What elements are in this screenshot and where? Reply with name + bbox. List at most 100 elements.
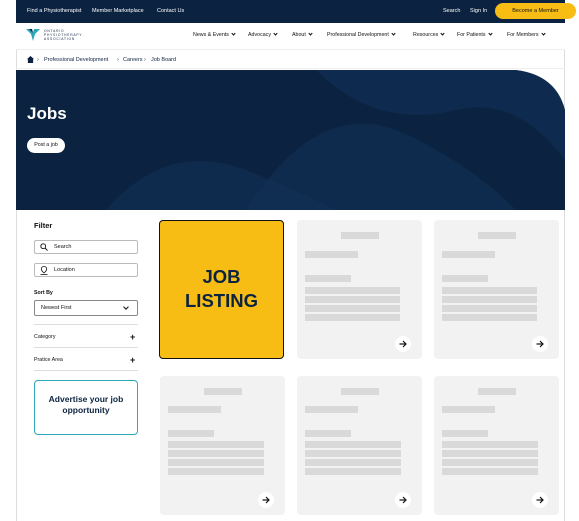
breadcrumb-job-board: Job Board [151,57,177,63]
page: Find a Physiotherapist Member Marketplac… [0,0,579,521]
skeleton-line [305,450,401,457]
arrow-right-icon [399,340,407,348]
divider [34,324,138,325]
nav-professional-development[interactable]: Professional Development [327,31,396,38]
advertise-job-box[interactable]: Advertise your job opportunity [34,380,138,435]
skeleton-line [168,468,264,475]
plus-icon[interactable]: + [130,333,135,342]
find-physiotherapist-link[interactable]: Find a Physiotherapist [27,8,81,14]
job-card[interactable] [434,376,559,515]
hero-banner: Jobs Post a job [16,70,565,210]
chevron-down-icon [440,31,445,36]
filter-heading: Filter [34,221,53,230]
location-icon [40,266,48,275]
nav-label: For Patients [457,32,486,38]
practice-area-filter-label[interactable]: Pratice Area [34,357,63,363]
arrow-right-icon [262,496,270,504]
category-filter-label[interactable]: Category [34,334,56,340]
breadcrumb-separator: › [37,57,39,63]
nav-advocacy[interactable]: Advocacy [248,31,278,38]
sign-in-link[interactable]: Sign In [470,8,487,14]
nav-resources[interactable]: Resources [413,31,445,38]
skeleton-line [305,296,400,303]
sort-select[interactable]: Newest First [34,300,138,316]
skeleton-line [478,388,516,395]
open-listing-button[interactable] [395,492,411,508]
skeleton-line [305,287,400,294]
skeleton-line [305,275,351,282]
skeleton-line [341,388,379,395]
skeleton-line [305,314,400,321]
skeleton-line [168,406,221,413]
page-title: Jobs [27,104,67,123]
breadcrumb-professional-development[interactable]: Professional Development [44,57,108,63]
skeleton-line [168,441,264,448]
arrow-right-icon [399,496,407,504]
logo-wordmark[interactable]: ONTARIO PHYSIOTHERAPY ASSOCIATION [44,29,82,41]
skeleton-line [204,388,242,395]
contact-us-link[interactable]: Contact Us [157,8,184,14]
skeleton-line [305,406,358,413]
post-job-button[interactable]: Post a job [27,138,65,153]
nav-label: About [292,32,306,38]
skeleton-line [305,430,351,437]
job-card[interactable] [297,376,422,515]
logo-icon[interactable] [26,29,40,41]
breadcrumb-careers[interactable]: Careers [123,57,143,63]
chevron-down-icon [123,304,129,310]
chevron-down-icon [487,31,493,36]
chevron-down-icon [540,31,546,36]
open-listing-button[interactable] [258,492,274,508]
member-marketplace-link[interactable]: Member Marketplace [92,8,144,14]
sort-selected-value: Newest First [41,305,72,311]
job-card[interactable] [160,376,285,515]
location-placeholder: Location [54,267,75,273]
breadcrumb: › Professional Development › Careers › J… [16,49,565,69]
divider [34,347,138,348]
home-icon[interactable] [27,56,34,63]
search-link[interactable]: Search [443,8,460,14]
become-member-button[interactable]: Become a Member [495,3,576,19]
breadcrumb-separator: › [144,57,146,63]
nav-about[interactable]: About [292,31,313,38]
skeleton-line [442,441,538,448]
nav-label: Resources [413,32,439,38]
nav-label: Professional Development [327,32,389,38]
skeleton-line [442,287,537,294]
skeleton-line [305,441,401,448]
job-card[interactable] [434,220,559,359]
skeleton-line [305,459,401,466]
job-card[interactable] [297,220,422,359]
skeleton-line [442,296,537,303]
nav-label: News & Events [193,32,229,38]
search-field[interactable]: Search [34,240,138,254]
utility-bar: Find a Physiotherapist Member Marketplac… [16,0,576,23]
main-header: ONTARIO PHYSIOTHERAPY ASSOCIATION News &… [16,23,565,49]
arrow-right-icon [536,340,544,348]
nav-label: For Members [507,32,539,38]
featured-card-line1: JOB [202,266,241,287]
skeleton-line [442,275,488,282]
nav-for-members[interactable]: For Members [507,31,546,38]
skeleton-line [305,305,400,312]
sort-by-label: Sort By [34,290,53,296]
job-listing-card-featured[interactable]: JOB LISTING [159,220,284,359]
location-field[interactable]: Location [34,263,138,277]
skeleton-line [442,450,538,457]
featured-card-line2: LISTING [185,290,258,311]
plus-icon[interactable]: + [130,356,135,365]
skeleton-line [305,251,358,258]
skeleton-line [442,305,537,312]
breadcrumb-separator: › [117,57,119,63]
open-listing-button[interactable] [395,336,411,352]
open-listing-button[interactable] [532,336,548,352]
hero-background [16,70,565,210]
nav-label: Advocacy [248,32,271,38]
nav-news-events[interactable]: News & Events [193,31,236,38]
skeleton-line [442,251,495,258]
skeleton-line [442,406,495,413]
chevron-down-icon [308,31,313,36]
nav-for-patients[interactable]: For Patients [457,31,493,38]
chevron-down-icon [231,31,236,36]
open-listing-button[interactable] [532,492,548,508]
